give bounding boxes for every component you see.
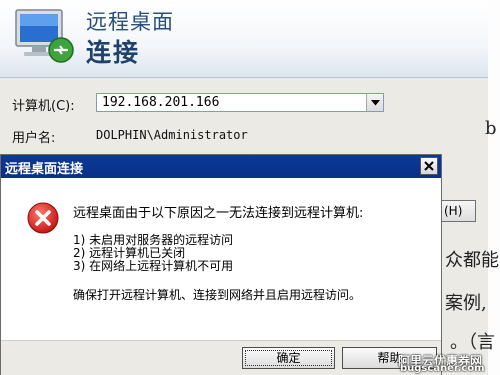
chevron-down-icon	[370, 99, 380, 105]
username-label: 用户名:	[12, 131, 56, 146]
error-icon	[27, 202, 59, 234]
remote-desktop-icon	[15, 9, 74, 63]
partial-help-button[interactable]: (H)	[440, 200, 476, 222]
background-text-4: 。（言	[450, 332, 495, 353]
background-text-1: b	[485, 118, 497, 139]
advice-text: 确保打开远程计算机、连接到网络并且启用远程访问。	[73, 288, 362, 302]
computer-combobox[interactable]: 192.168.201.166	[96, 93, 384, 112]
error-message: 远程桌面由于以下原因之一无法连接到远程计算机:	[73, 206, 364, 221]
dialog-title: 远程桌面连接	[5, 162, 84, 177]
computer-value: 192.168.201.166	[102, 95, 220, 110]
close-icon	[424, 161, 434, 171]
dialog-titlebar: 远程桌面连接	[1, 155, 441, 178]
reason-3: 3) 在网络上远程计算机不可用	[73, 259, 234, 273]
error-dialog: 远程桌面连接 远程桌面由于以下原因之一无法连接到远程计算机: 1) 未启用对服务…	[0, 154, 442, 375]
background-text-2: 众都能	[445, 250, 499, 271]
username-value: DOLPHIN\Administrator	[96, 128, 248, 142]
background-page	[488, 0, 500, 375]
rdc-title-line1: 远程桌面	[86, 10, 174, 34]
rdc-banner: 远程桌面 连接	[0, 0, 488, 78]
rdc-title-line2: 连接	[86, 38, 141, 67]
watermark-line2: bugscaner.com	[400, 363, 485, 374]
background-text-3: 案例,	[445, 293, 487, 314]
computer-label: 计算机(C):	[12, 99, 75, 114]
close-button[interactable]	[420, 157, 438, 175]
ok-button[interactable]: 确定	[242, 347, 335, 369]
dropdown-button[interactable]	[366, 94, 383, 111]
